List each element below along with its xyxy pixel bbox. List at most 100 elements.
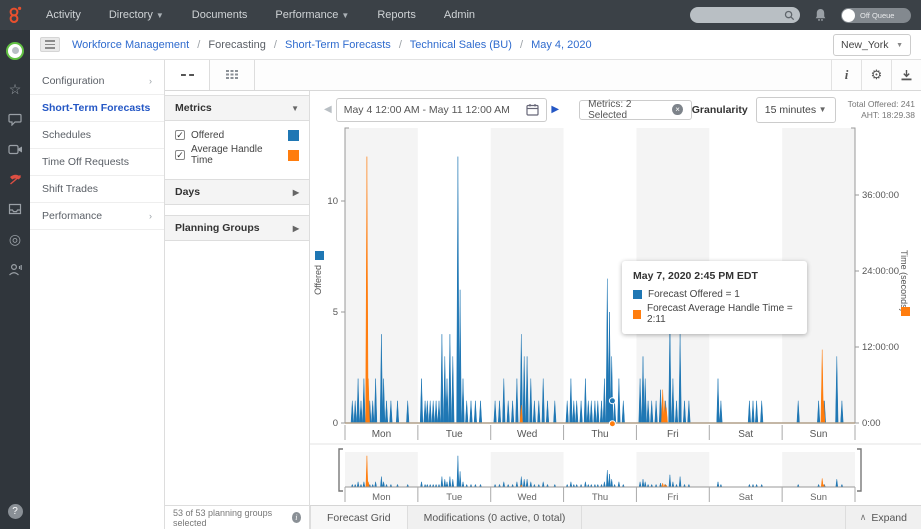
left-axis-title: Offered: [313, 265, 323, 295]
breadcrumb-date[interactable]: May 4, 2020: [531, 39, 592, 51]
line-chart-icon: [181, 74, 194, 76]
calendar-icon: [526, 103, 539, 116]
metrics-selected-chip[interactable]: Metrics: 2 Selected ×: [579, 100, 692, 120]
wfm-sidebar: Configuration› Short-Term Forecasts Sche…: [30, 60, 165, 529]
previous-week-button[interactable]: ◀: [320, 104, 336, 115]
nav-documents[interactable]: Documents: [192, 9, 248, 21]
chevron-right-icon: ›: [149, 76, 152, 86]
close-icon[interactable]: ×: [672, 104, 682, 115]
forecast-grid-tab[interactable]: Forecast Grid: [310, 506, 408, 529]
aht-swatch: [633, 310, 641, 319]
agent-activity-icon[interactable]: [0, 254, 30, 284]
sidebar-item-short-term-forecasts[interactable]: Short-Term Forecasts: [30, 95, 164, 122]
inbox-icon[interactable]: [0, 194, 30, 224]
chevron-right-icon: ▶: [293, 188, 299, 197]
toggle-knob: [842, 9, 855, 22]
phone-disconnected-icon[interactable]: [0, 164, 30, 194]
favorites-star-icon[interactable]: ☆: [0, 74, 30, 104]
tab-chart-view[interactable]: [165, 60, 210, 90]
chart-toolbar: ◀ May 4 12:00 AM - May 11 12:00 AM ▶ Met…: [310, 91, 921, 128]
offered-axis-swatch: [315, 251, 324, 260]
expand-button[interactable]: ∧ Expand: [845, 506, 921, 529]
top-nav: Activity Directory▼ Documents Performanc…: [0, 0, 921, 30]
left-icon-rail: ☆ ◎ ?: [0, 30, 30, 529]
target-dashboard-icon[interactable]: ◎: [0, 224, 30, 254]
download-icon: [900, 69, 913, 81]
search-icon: [784, 10, 795, 21]
svg-text:Tue: Tue: [446, 429, 463, 440]
breadcrumb-workforce-management[interactable]: Workforce Management: [72, 39, 189, 51]
queue-status-toggle[interactable]: Off Queue: [841, 8, 911, 23]
nav-performance[interactable]: Performance▼: [275, 9, 349, 21]
video-icon[interactable]: [0, 134, 30, 164]
aht-checkbox[interactable]: ✓: [175, 150, 185, 160]
avatar[interactable]: [6, 42, 24, 60]
date-range-input[interactable]: May 4 12:00 AM - May 11 12:00 AM: [336, 98, 548, 122]
next-week-button[interactable]: ▶: [547, 104, 563, 115]
settings-button[interactable]: ⚙: [861, 60, 891, 90]
svg-text:Sun: Sun: [810, 492, 827, 503]
chevron-right-icon: ›: [149, 211, 152, 221]
svg-text:Sun: Sun: [810, 429, 828, 440]
time-axis-swatch: [901, 307, 910, 316]
svg-text:0:00: 0:00: [862, 418, 881, 429]
svg-text:Thu: Thu: [592, 492, 608, 503]
help-icon[interactable]: ?: [8, 504, 23, 519]
info-icon[interactable]: i: [292, 512, 301, 523]
chevron-right-icon: ▶: [293, 224, 299, 233]
svg-text:Tue: Tue: [446, 492, 462, 503]
bottom-bar: Forecast Grid Modifications (0 active, 0…: [310, 505, 921, 529]
svg-text:Thu: Thu: [591, 429, 608, 440]
chevron-down-icon: ▼: [819, 105, 827, 114]
right-axis-title: Time (seconds): [899, 250, 909, 312]
chevron-down-icon: ▼: [291, 104, 299, 113]
info-icon: i: [845, 67, 849, 83]
gear-icon: ⚙: [871, 67, 883, 83]
menu-hamburger-icon[interactable]: [40, 37, 60, 52]
nav-activity[interactable]: Activity: [46, 9, 81, 21]
nav-admin[interactable]: Admin: [444, 9, 475, 21]
aht-color-swatch: [288, 150, 299, 161]
modifications-tab[interactable]: Modifications (0 active, 0 total): [408, 506, 583, 529]
sidebar-item-shift-trades[interactable]: Shift Trades: [30, 176, 164, 203]
timezone-select[interactable]: New_York ▼: [833, 34, 911, 56]
filters-panel: Metrics ▼ ✓ Offered ✓ Average Handle Tim…: [165, 91, 310, 505]
offered-checkbox[interactable]: ✓: [175, 130, 185, 140]
breadcrumb-short-term-forecasts[interactable]: Short-Term Forecasts: [285, 39, 391, 51]
svg-text:Mon: Mon: [372, 429, 391, 440]
tab-grid-view[interactable]: [210, 60, 255, 90]
svg-text:10: 10: [327, 196, 338, 207]
offered-color-swatch: [288, 130, 299, 141]
notifications-bell-icon[interactable]: [814, 8, 827, 22]
sidebar-item-schedules[interactable]: Schedules: [30, 122, 164, 149]
breadcrumb-bar: Workforce Management / Forecasting / Sho…: [30, 30, 921, 60]
svg-text:Sat: Sat: [739, 492, 754, 503]
total-offered-value: Total Offered: 241: [848, 99, 915, 110]
tooltip-offered-row: Forecast Offered = 1: [633, 289, 796, 300]
days-section-header[interactable]: Days ▶: [165, 179, 309, 205]
download-button[interactable]: [891, 60, 921, 90]
metrics-section-header[interactable]: Metrics ▼: [165, 95, 309, 121]
planning-groups-status: 53 of 53 planning groups selected i: [165, 505, 310, 529]
chevron-up-icon: ∧: [860, 512, 867, 523]
metric-aht-row: ✓ Average Handle Time: [165, 145, 309, 165]
tooltip-aht-row: Forecast Average Handle Time = 2:11: [633, 303, 796, 325]
search-input[interactable]: [690, 7, 800, 23]
svg-text:12:00:00: 12:00:00: [862, 342, 899, 353]
granularity-select[interactable]: 15 minutes ▼: [756, 97, 836, 123]
sidebar-item-performance[interactable]: Performance›: [30, 203, 164, 230]
granularity-label: Granularity: [692, 104, 748, 116]
offered-swatch: [633, 290, 642, 299]
nav-directory[interactable]: Directory▼: [109, 9, 164, 21]
info-button[interactable]: i: [831, 60, 861, 90]
sidebar-item-configuration[interactable]: Configuration›: [30, 68, 164, 95]
svg-text:Wed: Wed: [517, 429, 537, 440]
chat-icon[interactable]: [0, 104, 30, 134]
sidebar-item-time-off-requests[interactable]: Time Off Requests: [30, 149, 164, 176]
genesys-logo-icon[interactable]: [0, 0, 30, 30]
planning-groups-section-header[interactable]: Planning Groups ▶: [165, 215, 309, 241]
svg-text:Wed: Wed: [517, 492, 536, 503]
forecast-chart[interactable]: 05100:0012:00:0024:00:0036:00:00MonTueWe…: [310, 125, 921, 505]
nav-reports[interactable]: Reports: [377, 9, 416, 21]
breadcrumb-business-unit[interactable]: Technical Sales (BU): [410, 39, 512, 51]
